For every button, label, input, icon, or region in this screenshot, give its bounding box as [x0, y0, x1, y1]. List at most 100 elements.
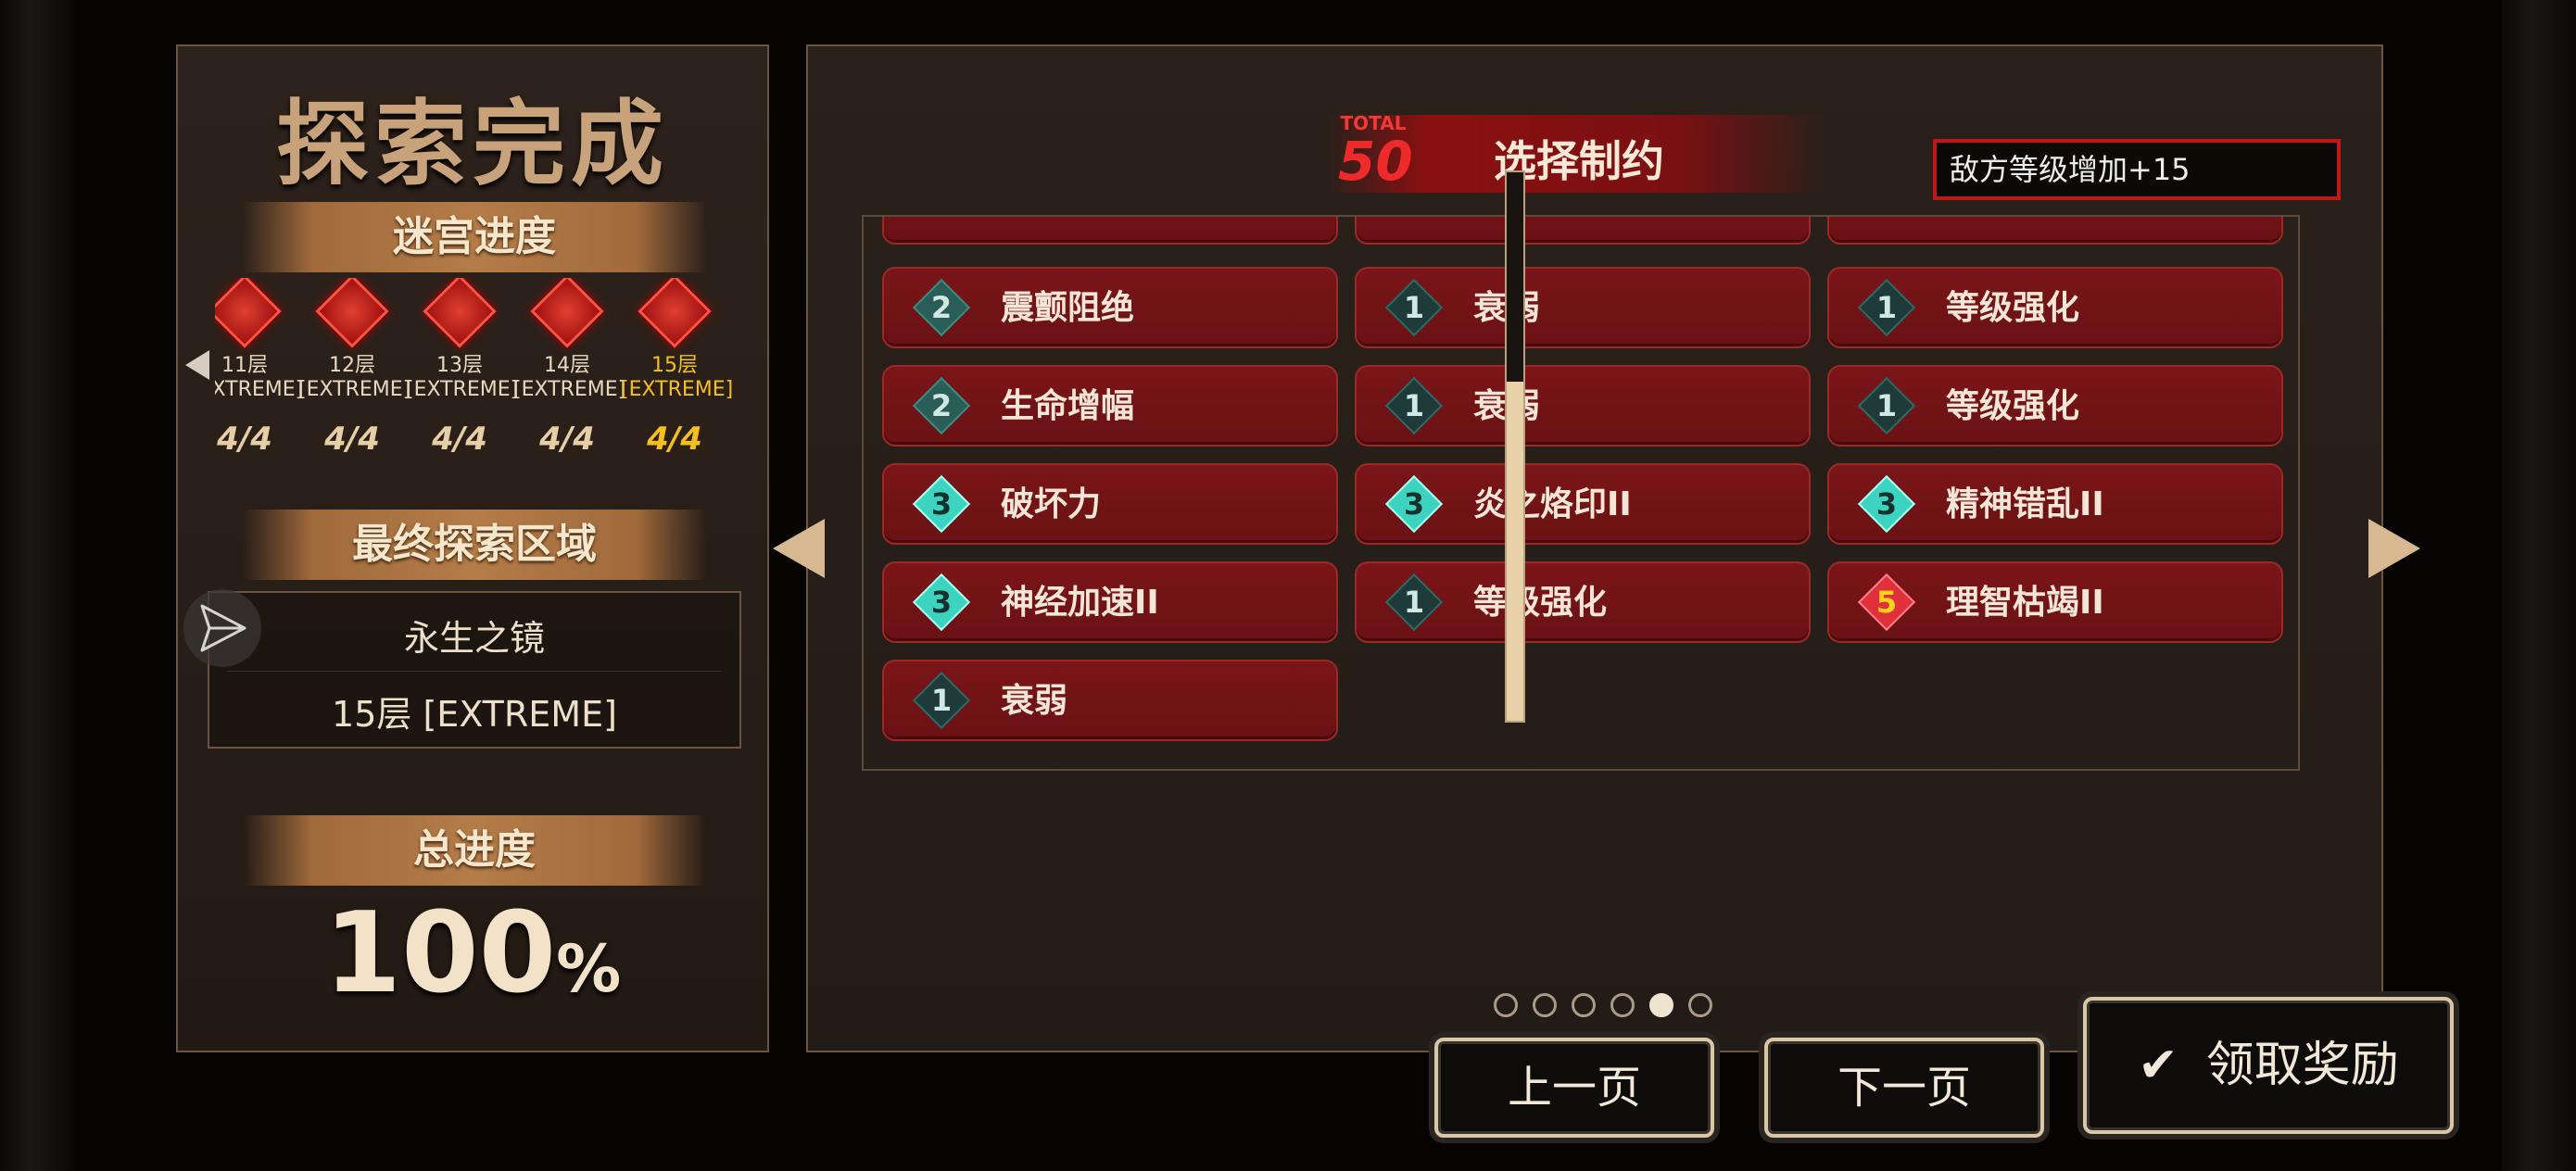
constraint-level: 1 [1875, 388, 1898, 423]
page-dot[interactable] [1688, 993, 1712, 1017]
constraint-card[interactable]: 1衰弱 [1355, 365, 1811, 447]
constraint-card[interactable]: 1 衰弱 [882, 660, 1338, 741]
floor-count: 4/4 [432, 421, 487, 458]
constraint-level: 1 [1403, 290, 1425, 325]
page-dot[interactable] [1572, 993, 1596, 1017]
floor-item: 14层 [EXTREME] 4/4 [513, 278, 626, 458]
final-zone-box: 永生之镜 15层 [EXTREME] [208, 591, 741, 749]
constraint-card-partial[interactable] [882, 217, 1338, 245]
floor-progress-list: 11层 [EXTREME] 4/4 12层 [EXTREME] 4/4 13层 … [215, 278, 734, 519]
floor-diamond-icon [530, 278, 604, 348]
constraint-card[interactable]: 1 等级强化 [1827, 365, 2283, 447]
constraint-card[interactable]: 2 震颤阻绝 [882, 267, 1338, 348]
floor-count: 4/4 [647, 421, 702, 458]
constraint-level: 2 [930, 290, 953, 325]
floor-label: 14层 [544, 354, 590, 377]
result-panel: 探索完成 迷宫进度 11层 [EXTREME] 4/4 12层 [EXTREME… [176, 44, 769, 1052]
total-value: 50 [1338, 130, 1413, 193]
floor-label: 12层 [329, 354, 375, 377]
constraint-name: 炎之烙印II [1473, 485, 1632, 523]
constraint-name: 生命增幅 [1001, 387, 1135, 425]
page-dot[interactable] [1533, 993, 1557, 1017]
floor-mode: [EXTREME] [298, 378, 411, 401]
floor-diamond-icon [638, 278, 712, 348]
floor-item: 12层 [EXTREME] 4/4 [298, 278, 411, 458]
constraint-name: 破坏力 [1001, 485, 1102, 523]
floor-count: 4/4 [217, 421, 272, 458]
constraint-list[interactable]: 2震颤阻绝1衰弱1等级强化2生命增幅1衰弱1等级强化3破坏力3炎之烙印II3精神… [862, 215, 2300, 771]
next-page-button[interactable]: 下一页 [1764, 1038, 2044, 1138]
zone-divider [228, 671, 721, 672]
floor-diamond-icon [423, 278, 497, 348]
floor-mode: [EXTREME] [215, 378, 304, 401]
share-button[interactable] [183, 589, 261, 667]
constraint-card[interactable]: 1衰弱 [1355, 267, 1811, 348]
constraint-level: 1 [1403, 585, 1425, 620]
floor-label: 11层 [221, 354, 268, 377]
constraint-level: 5 [1875, 585, 1898, 620]
constraint-card[interactable]: 3 炎之烙印II [1355, 463, 1811, 545]
constraint-level: 2 [930, 388, 953, 423]
zone-floor: 15层 [EXTREME] [332, 694, 617, 735]
maze-progress-header: 迷宫进度 [243, 202, 706, 272]
constraint-level: 1 [930, 683, 953, 718]
next-arrow-icon[interactable] [2368, 519, 2420, 578]
check-icon: ✔ [2138, 1038, 2178, 1093]
constraint-card[interactable]: 1 等级强化 [1827, 267, 2283, 348]
constraint-level: 3 [930, 486, 953, 522]
prev-arrow-icon[interactable] [773, 519, 825, 578]
constraint-name: 等级强化 [1946, 289, 2080, 327]
constraint-name: 等级强化 [1473, 584, 1608, 622]
floor-item: 13层 [EXTREME] 4/4 [406, 278, 519, 458]
total-progress-value: 100% [178, 889, 767, 1018]
floor-item: 11层 [EXTREME] 4/4 [215, 278, 304, 458]
floor-scroll-left-icon[interactable] [185, 350, 209, 380]
constraint-level: 3 [930, 585, 953, 620]
floor-label: 13层 [436, 354, 483, 377]
floor-count: 4/4 [324, 421, 380, 458]
constraint-level: 3 [1875, 486, 1898, 522]
constraint-name: 震颤阻绝 [1001, 289, 1135, 327]
floor-mode: [EXTREME] [513, 378, 626, 401]
total-badge: TOTAL 50 [1338, 113, 1413, 193]
effect-summary: 敌方等级增加+15 [1933, 139, 2341, 200]
constraint-name: 等级强化 [1946, 387, 2080, 425]
constraint-level: 1 [1403, 388, 1425, 423]
constraint-card[interactable]: 3 神经加速II [882, 561, 1338, 643]
constraint-card-partial[interactable] [1355, 217, 1811, 245]
floor-diamond-icon [315, 278, 389, 348]
claim-reward-label: 领取奖励 [2205, 1038, 2399, 1093]
floor-item-current: 15层 [EXTREME] 4/4 [621, 278, 734, 458]
total-progress-header: 总进度 [243, 815, 706, 886]
constraint-card[interactable]: 2 生命增幅 [882, 365, 1338, 447]
send-icon [200, 604, 246, 652]
constraint-card[interactable]: 3 破坏力 [882, 463, 1338, 545]
total-progress-unit: % [556, 931, 622, 1007]
constraint-name: 衰弱 [1001, 682, 1068, 720]
floor-mode: [EXTREME] [621, 378, 734, 401]
constraint-card-partial[interactable] [1827, 217, 2283, 245]
page-dot[interactable] [1494, 993, 1518, 1017]
floor-mode: [EXTREME] [406, 378, 519, 401]
constraint-card[interactable]: 3 精神错乱II [1827, 463, 2283, 545]
floor-label: 15层 [651, 354, 698, 377]
panel-title: 探索完成 [276, 90, 669, 198]
floor-diamond-icon [215, 278, 282, 348]
total-progress-number: 100 [323, 889, 557, 1018]
constraint-level: 3 [1403, 486, 1425, 522]
left-frame-strip [0, 0, 74, 1171]
constraint-level: 1 [1875, 290, 1898, 325]
claim-reward-button[interactable]: ✔ 领取奖励 [2083, 997, 2454, 1134]
constraint-name: 理智枯竭II [1946, 584, 2104, 622]
zone-name: 永生之镜 [403, 618, 545, 659]
constraint-card[interactable]: 5 理智枯竭II [1827, 561, 2283, 643]
page-dot-active[interactable] [1649, 993, 1673, 1017]
constraint-panel: TOTAL 50 选择制约 敌方等级增加+15 2震颤阻绝1衰弱1等级强化2生命… [806, 44, 2383, 1052]
list-scrollbar-thumb[interactable] [1507, 382, 1523, 721]
final-zone-header: 最终探索区域 [243, 510, 706, 580]
prev-page-button[interactable]: 上一页 [1434, 1038, 1714, 1138]
page-dot[interactable] [1610, 993, 1635, 1017]
constraint-card[interactable]: 1 等级强化 [1355, 561, 1811, 643]
constraint-name: 精神错乱II [1946, 485, 2104, 523]
right-frame-strip [2502, 0, 2576, 1171]
